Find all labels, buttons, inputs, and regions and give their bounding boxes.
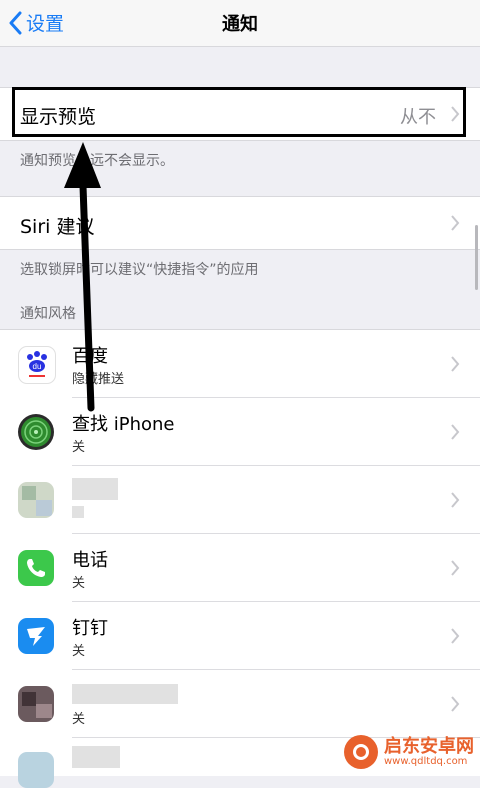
watermark-logo-icon [344, 735, 378, 769]
watermark-title: 启东安卓网 [384, 735, 474, 757]
watermark-url: www.qdltdq.com [384, 756, 468, 768]
annotation-arrow [64, 142, 101, 412]
watermark: 启东安卓网 www.qdltdq.com [344, 735, 474, 769]
scrollbar[interactable] [475, 225, 478, 290]
